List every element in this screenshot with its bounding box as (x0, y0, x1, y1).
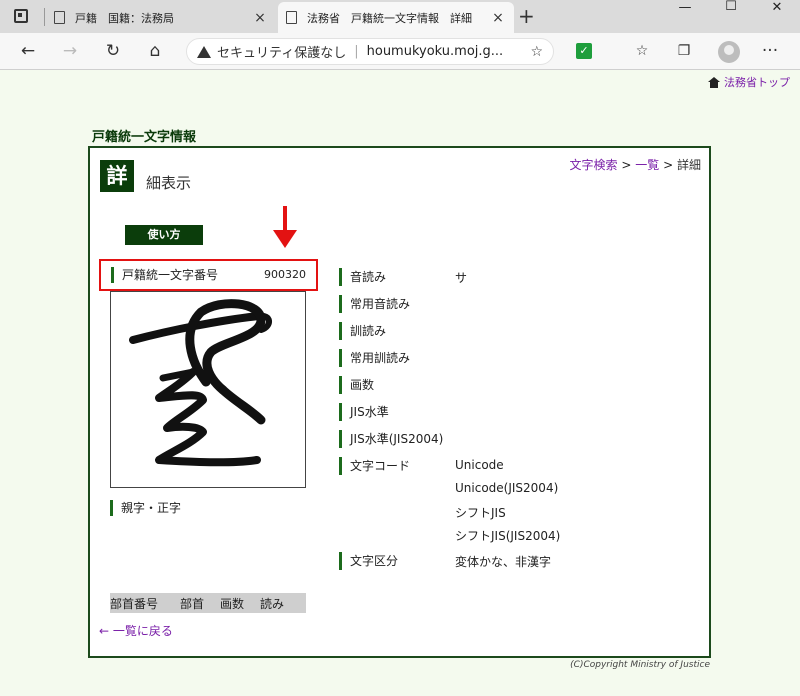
moj-top-link[interactable]: 法務省トップ (708, 74, 790, 90)
related-char-label: 親字・正字 (110, 500, 181, 516)
character-glyph-image (110, 291, 306, 488)
new-tab-button[interactable]: + (518, 4, 535, 28)
page-icon (286, 11, 297, 24)
page-icon (54, 11, 65, 24)
breadcrumb-separator: > (621, 158, 632, 172)
close-window-button[interactable]: ✕ (754, 0, 800, 15)
howto-button[interactable]: 使い方 (125, 225, 203, 245)
profile-avatar[interactable] (718, 41, 740, 63)
radical-number-header: 部首番号 (110, 596, 159, 611)
url-text[interactable]: houmukyoku.moj.g... (367, 44, 531, 59)
tab-koseki[interactable]: 戸籍 国籍：法務局 × (46, 2, 276, 33)
radical-table-header: 部首番号 部首 画数 読み (110, 593, 306, 613)
prop-kun-reading-label: 訓読み (339, 322, 386, 340)
home-icon (708, 76, 720, 88)
char-number-label: 戸籍統一文字番号 (111, 267, 218, 283)
red-arrow-annotation (273, 206, 297, 250)
prop-jis-level-label: JIS水準 (339, 403, 389, 421)
address-bar[interactable]: セキュリティ保護なし | houmukyoku.moj.g... ☆ (186, 38, 554, 65)
detail-title: 細表示 (146, 174, 192, 192)
browser-tab-bar: 戸籍 国籍：法務局 × 法務省 戸籍統一文字情報 詳細 × + — ☐ ✕ (0, 0, 800, 33)
detail-icon: 詳 (100, 160, 134, 192)
extension-check-icon[interactable]: ✓ (576, 43, 592, 59)
tab-title: 法務省 戸籍統一文字情報 詳細 (307, 11, 472, 25)
tab-separator (44, 8, 45, 26)
page-body: 法務省トップ 戸籍統一文字情報 詳 細表示 文字検索 > 一覧 > 詳細 使い方… (0, 70, 800, 696)
prop-char-class-label: 文字区分 (339, 552, 398, 570)
window-menu-icon[interactable] (14, 9, 28, 23)
prop-joyo-on-label: 常用音読み (339, 295, 410, 313)
breadcrumb: 文字検索 > 一覧 > 詳細 (570, 156, 701, 173)
prop-char-code-label: 文字コード (339, 457, 410, 475)
breadcrumb-search-link[interactable]: 文字検索 (570, 158, 618, 172)
tab-close-icon[interactable]: × (490, 10, 506, 26)
browser-toolbar: ← → ↻ ⌂ セキュリティ保護なし | houmukyoku.moj.g...… (0, 33, 800, 70)
tab-close-icon[interactable]: × (252, 10, 268, 26)
maximize-button[interactable]: ☐ (708, 0, 754, 14)
char-number-value: 900320 (264, 268, 306, 281)
prop-code-unicode: Unicode (455, 458, 504, 472)
stroke-count-header: 画数 (220, 596, 245, 611)
prop-code-sjis: シフトJIS (455, 506, 506, 520)
tab-moj-detail[interactable]: 法務省 戸籍統一文字情報 詳細 × (278, 2, 514, 33)
more-menu-button[interactable]: ··· (758, 39, 782, 63)
prop-code-unicode2004: Unicode(JIS2004) (455, 481, 559, 495)
warning-icon[interactable] (197, 45, 211, 58)
detail-panel: 詳 細表示 文字検索 > 一覧 > 詳細 使い方 戸籍統一文字番号 900320 (88, 146, 711, 658)
moj-top-link-label[interactable]: 法務省トップ (724, 74, 790, 90)
forward-button[interactable]: → (58, 39, 82, 63)
back-button[interactable]: ← (16, 39, 40, 63)
reload-button[interactable]: ↻ (101, 39, 125, 63)
prop-on-reading-label: 音読み (339, 268, 386, 286)
tab-title: 戸籍 国籍：法務局 (75, 11, 174, 25)
minimize-button[interactable]: — (662, 0, 708, 15)
radical-header: 部首 (180, 596, 205, 611)
prop-strokes-label: 画数 (339, 376, 374, 394)
glyph-drawing (129, 299, 272, 467)
copyright-notice: (C)Copyright Ministry of Justice (570, 660, 710, 670)
prop-char-class-value: 変体かな、非漢字 (455, 555, 552, 569)
home-button[interactable]: ⌂ (143, 39, 167, 63)
prop-jis2004-level-label: JIS水準(JIS2004) (339, 430, 443, 448)
breadcrumb-list-link[interactable]: 一覧 (635, 158, 659, 172)
prop-code-sjis2004: シフトJIS(JIS2004) (455, 529, 561, 543)
prop-on-reading-value: サ (455, 271, 468, 285)
prop-joyo-kun-label: 常用訓読み (339, 349, 410, 367)
section-title: 戸籍統一文字情報 (92, 130, 197, 145)
breadcrumb-separator: > (663, 158, 674, 172)
address-divider: | (354, 44, 359, 59)
breadcrumb-current: 詳細 (676, 158, 701, 172)
favorite-star-icon[interactable]: ☆ (530, 44, 543, 60)
collections-icon[interactable]: ❐ (672, 39, 696, 63)
reading-header: 読み (260, 596, 285, 611)
char-number-highlight: 戸籍統一文字番号 900320 (99, 259, 318, 291)
security-status[interactable]: セキュリティ保護なし (217, 42, 346, 61)
back-to-list-link[interactable]: ← 一覧に戻る (99, 622, 173, 639)
favorites-icon[interactable]: ☆ (630, 39, 654, 63)
